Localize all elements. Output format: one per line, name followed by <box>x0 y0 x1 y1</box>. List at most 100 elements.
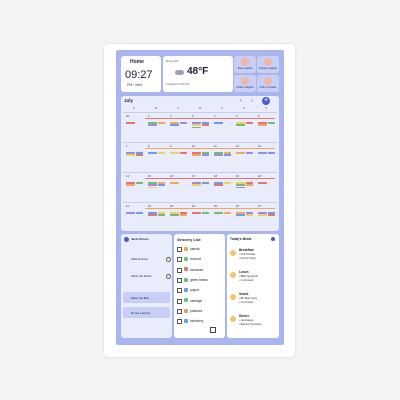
chore-item[interactable]: Walk the Dog <box>123 254 172 264</box>
calendar-event[interactable] <box>192 184 201 186</box>
calendar-event[interactable] <box>158 214 165 216</box>
calendar-event[interactable] <box>236 186 245 189</box>
calendar-event[interactable] <box>268 122 275 124</box>
calendar-day[interactable]: 5 <box>233 112 255 142</box>
share-icon[interactable] <box>210 327 216 333</box>
calendar-event[interactable] <box>268 152 275 154</box>
calendar-event[interactable] <box>180 152 187 154</box>
calendar-day[interactable]: 14 <box>123 172 145 202</box>
calendar-day[interactable]: 25 <box>211 202 233 232</box>
calendar-event[interactable] <box>158 182 165 184</box>
calendar-event[interactable] <box>170 214 179 216</box>
calendar-event[interactable] <box>148 182 157 184</box>
next-month-icon[interactable]: › <box>251 99 253 104</box>
calendar-event[interactable] <box>192 122 201 124</box>
calendar-event[interactable] <box>136 154 143 156</box>
calendar-event[interactable] <box>214 154 223 156</box>
calendar-day[interactable]: 17 <box>189 172 211 202</box>
grocery-checkbox[interactable] <box>177 247 183 253</box>
calendar-event[interactable] <box>214 122 223 124</box>
calendar-day[interactable]: 2 <box>167 112 189 142</box>
calendar-day[interactable]: 13 <box>255 142 277 172</box>
grocery-checkbox[interactable] <box>177 277 183 284</box>
calendar-event[interactable] <box>180 214 187 216</box>
calendar-event[interactable] <box>170 212 179 214</box>
calendar-event[interactable] <box>214 212 223 214</box>
calendar-event[interactable] <box>246 212 253 214</box>
calendar-event[interactable] <box>236 122 245 124</box>
grocery-checkbox[interactable] <box>177 267 183 273</box>
calendar-day[interactable]: 3 <box>189 112 211 142</box>
profile-2[interactable]: Teagan Hughes <box>257 56 279 73</box>
calendar-event[interactable] <box>192 182 201 184</box>
calendar-event[interactable] <box>180 212 187 214</box>
calendar-event[interactable] <box>224 154 231 156</box>
calendar-event[interactable] <box>148 214 157 216</box>
calendar-event[interactable] <box>224 182 231 184</box>
calendar-day[interactable]: 23 <box>167 202 189 232</box>
calendar-event[interactable] <box>246 152 253 154</box>
calendar-event[interactable] <box>126 182 135 184</box>
calendar-event[interactable] <box>202 182 209 184</box>
calendar-event[interactable] <box>192 124 201 126</box>
calendar-event[interactable] <box>192 154 201 156</box>
calendar-day[interactable]: 27 <box>255 202 277 232</box>
calendar-day[interactable]: 7 <box>123 142 145 172</box>
calendar-day[interactable]: 1 <box>145 112 167 142</box>
calendar-event[interactable] <box>214 184 223 186</box>
calendar-event[interactable] <box>126 122 135 124</box>
calendar-event[interactable] <box>126 184 135 186</box>
calendar-day[interactable]: 12 <box>233 142 255 172</box>
calendar-event[interactable] <box>126 212 135 214</box>
calendar-event[interactable] <box>258 212 267 214</box>
calendar-event[interactable] <box>246 182 253 184</box>
calendar-event[interactable] <box>148 212 157 214</box>
calendar-event[interactable] <box>236 182 245 184</box>
grocery-checkbox[interactable] <box>177 288 183 294</box>
grocery-checkbox[interactable] <box>177 298 183 304</box>
profile-3[interactable]: Jordan Hughes <box>234 75 256 92</box>
calendar-day[interactable]: 24 <box>189 202 211 232</box>
calendar-event[interactable] <box>202 212 209 214</box>
calendar-event[interactable] <box>246 214 253 216</box>
calendar-event[interactable] <box>258 124 267 126</box>
grocery-checkbox[interactable] <box>177 319 183 325</box>
calendar-event[interactable] <box>236 212 245 214</box>
calendar-event[interactable] <box>192 152 201 154</box>
calendar-day[interactable]: 30 <box>123 112 145 142</box>
calendar-event[interactable] <box>170 152 179 154</box>
profile-1[interactable]: Sara Hughes <box>234 56 256 73</box>
calendar-event[interactable] <box>202 154 209 156</box>
calendar-event[interactable] <box>246 184 253 186</box>
calendar-day[interactable]: 26 <box>233 202 255 232</box>
calendar-event[interactable] <box>236 184 245 186</box>
calendar-event[interactable] <box>214 152 223 154</box>
calendar-event[interactable] <box>214 182 223 184</box>
calendar-day[interactable]: 19 <box>233 172 255 202</box>
weather-card[interactable]: New York 48°F Updated at 5:06 PM <box>163 56 233 92</box>
chore-checkbox[interactable] <box>166 274 172 280</box>
calendar-event[interactable] <box>126 152 135 154</box>
calendar-event[interactable] <box>246 122 253 124</box>
chore-item[interactable]: Water the Bed <box>123 292 170 303</box>
calendar-event[interactable] <box>148 124 157 126</box>
calendar-event[interactable] <box>202 124 209 126</box>
gear-icon[interactable] <box>271 237 275 241</box>
calendar-day[interactable]: 10 <box>189 142 211 172</box>
calendar-event[interactable] <box>170 122 179 124</box>
calendar-day[interactable]: 8 <box>145 142 167 172</box>
grocery-checkbox[interactable] <box>177 257 183 263</box>
calendar-event[interactable] <box>202 152 209 154</box>
chore-checkbox[interactable] <box>166 257 172 263</box>
calendar-day[interactable]: 18 <box>211 172 233 202</box>
calendar-day[interactable]: 21 <box>123 202 145 232</box>
calendar-day[interactable]: 16 <box>167 172 189 202</box>
calendar-event[interactable] <box>136 182 143 184</box>
calendar-day[interactable]: 22 <box>145 202 167 232</box>
calendar-event[interactable] <box>236 152 245 154</box>
calendar-event[interactable] <box>148 184 157 186</box>
calendar-event[interactable] <box>158 122 165 124</box>
calendar-event[interactable] <box>192 126 201 129</box>
calendar-event[interactable] <box>268 212 275 214</box>
chore-item[interactable]: Water the Plants <box>123 271 172 281</box>
